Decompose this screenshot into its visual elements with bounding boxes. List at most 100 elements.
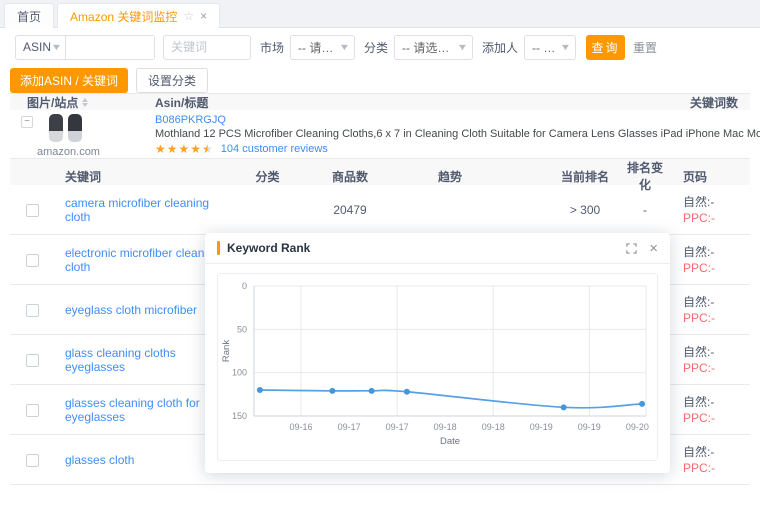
tab-bar: 首页 Amazon 关键词监控 ☆ × — [0, 0, 760, 28]
page-natural: 自然:- — [683, 244, 750, 260]
category-select[interactable]: -- 请选择 -- ▼ — [394, 35, 473, 60]
sort-icon[interactable] — [82, 98, 88, 107]
svg-text:0: 0 — [242, 281, 247, 291]
star-rating-icon: ★★★★ — [155, 142, 202, 156]
market-select[interactable]: -- 请选择 -- ▼ — [290, 35, 355, 60]
reviews-link[interactable]: 104 customer reviews — [221, 142, 328, 156]
svg-text:50: 50 — [237, 324, 247, 334]
filter-bar: ASIN ▼ 市场 -- 请选择 -- ▼ 分类 -- 请选择 -- ▼ 添加人… — [0, 29, 760, 65]
subheader-current-rank: 当前排名 — [545, 168, 625, 185]
keyword-rank-modal: Keyword Rank × 05010015009-1609-1709-170… — [205, 233, 670, 473]
page-ppc: PPC:- — [683, 210, 750, 226]
chevron-down-icon: ▼ — [339, 42, 351, 52]
page-natural: 自然:- — [683, 344, 750, 360]
modal-body: 05010015009-1609-1709-1709-1809-1809-190… — [205, 264, 670, 470]
close-icon[interactable]: × — [649, 241, 658, 256]
page-cell: 自然:-PPC:- — [665, 244, 750, 276]
svg-text:09-18: 09-18 — [482, 422, 505, 432]
rank-line-chart: 05010015009-1609-1709-1709-1809-1809-190… — [218, 274, 657, 460]
page-ppc: PPC:- — [683, 360, 750, 376]
row-checkbox[interactable] — [26, 204, 39, 217]
keyword-link[interactable]: glasses cloth — [65, 453, 134, 467]
page-natural: 自然:- — [683, 294, 750, 310]
tab-amazon-keyword-monitor[interactable]: Amazon 关键词监控 ☆ × — [57, 3, 220, 28]
row-checkbox[interactable] — [26, 304, 39, 317]
product-image — [45, 113, 87, 143]
toolbar: 添加ASIN / 关键词 设置分类 — [10, 68, 208, 93]
set-category-button[interactable]: 设置分类 — [136, 68, 208, 93]
asin-input-group: ASIN ▼ — [15, 35, 155, 60]
page-cell: 自然:-PPC:- — [665, 344, 750, 376]
tab-home[interactable]: 首页 — [4, 3, 54, 28]
keyword-link[interactable]: electronic microfiber cleaning cloth — [65, 246, 220, 274]
tab-home-label: 首页 — [17, 8, 41, 25]
page-natural: 自然:- — [683, 194, 750, 210]
category-label: 分类 — [364, 39, 388, 56]
adder-label: 添加人 — [482, 39, 518, 56]
row-checkbox[interactable] — [26, 454, 39, 467]
sub-header-row: 关键词 分类 商品数 趋势 当前排名 排名变化 页码 — [10, 159, 750, 185]
svg-text:09-20: 09-20 — [626, 422, 649, 432]
add-asin-keyword-button[interactable]: 添加ASIN / 关键词 — [10, 68, 128, 93]
subheader-keyword: 关键词 — [55, 168, 225, 185]
rating-row: ★★★★★ 104 customer reviews — [155, 142, 760, 156]
page-ppc: PPC:- — [683, 310, 750, 326]
adder-select-value: -- 请选... — [532, 39, 561, 56]
product-count-cell: 20479 — [310, 203, 390, 217]
header-image-site[interactable]: 图片/站点 — [10, 94, 155, 111]
modal-header: Keyword Rank × — [205, 233, 670, 264]
chevron-down-icon: ▼ — [51, 42, 63, 52]
page-ppc: PPC:- — [683, 260, 750, 276]
row-checkbox[interactable] — [26, 354, 39, 367]
svg-text:09-19: 09-19 — [530, 422, 553, 432]
svg-text:Rank: Rank — [221, 340, 232, 362]
svg-text:150: 150 — [232, 411, 247, 421]
page-ppc: PPC:- — [683, 410, 750, 426]
chevron-down-icon: ▼ — [457, 42, 469, 52]
reset-button[interactable]: 重置 — [633, 39, 657, 56]
keyword-link[interactable]: eyeglass cloth microfiber — [65, 303, 197, 317]
asin-input[interactable] — [66, 36, 154, 59]
product-title: Mothland 12 PCS Microfiber Cleaning Clot… — [155, 127, 760, 141]
keyword-link[interactable]: glass cleaning cloths eyeglasses — [65, 346, 176, 374]
chevron-down-icon: ▼ — [560, 42, 572, 52]
asin-type-value: ASIN — [23, 40, 51, 54]
page-cell: 自然:-PPC:- — [665, 194, 750, 226]
asin-link[interactable]: B086PKRGJQ — [155, 114, 226, 126]
search-button[interactable]: 查询 — [586, 35, 625, 60]
table-header-row: 图片/站点 Asin/标题 关键词数 — [10, 93, 750, 110]
rank-chart: 05010015009-1609-1709-1709-1809-1809-190… — [217, 273, 658, 461]
product-info: B086PKRGJQ Mothland 12 PCS Microfiber Cl… — [155, 110, 760, 158]
subheader-rank-change: 排名变化 — [625, 159, 665, 193]
subheader-category: 分类 — [225, 168, 310, 185]
keyword-link[interactable]: camera microfiber cleaning cloth — [65, 196, 209, 224]
keyword-link[interactable]: glasses cleaning cloth for eyeglasses — [65, 396, 200, 424]
subheader-trend: 趋势 — [390, 168, 510, 185]
half-star-icon: ★ — [202, 142, 213, 156]
keyword-input-wrap — [163, 35, 251, 60]
svg-text:100: 100 — [232, 368, 247, 378]
page-cell: 自然:-PPC:- — [665, 394, 750, 426]
favorite-star-icon[interactable]: ☆ — [183, 9, 194, 23]
fullscreen-icon[interactable] — [626, 243, 637, 254]
row-checkbox[interactable] — [26, 404, 39, 417]
svg-text:09-19: 09-19 — [578, 422, 601, 432]
tab-close-icon[interactable]: × — [200, 10, 207, 22]
asin-type-select[interactable]: ASIN ▼ — [16, 36, 66, 59]
rank-change-cell: - — [625, 203, 665, 217]
site-label: amazon.com — [37, 146, 95, 158]
market-label: 市场 — [260, 39, 284, 56]
title-accent-bar — [217, 241, 220, 255]
row-checkbox[interactable] — [26, 254, 39, 267]
modal-title: Keyword Rank — [227, 241, 626, 255]
page-ppc: PPC:- — [683, 460, 750, 476]
svg-text:09-17: 09-17 — [338, 422, 361, 432]
keyword-input[interactable] — [171, 40, 243, 54]
header-keyword-count: 关键词数 — [660, 94, 750, 111]
page-cell: 自然:-PPC:- — [665, 294, 750, 326]
adder-select[interactable]: -- 请选... ▼ — [524, 35, 576, 60]
tab-active-label: Amazon 关键词监控 — [70, 8, 177, 25]
collapse-row-button[interactable]: − — [21, 116, 33, 128]
subheader-page: 页码 — [665, 168, 750, 185]
market-select-value: -- 请选择 -- — [298, 39, 340, 56]
